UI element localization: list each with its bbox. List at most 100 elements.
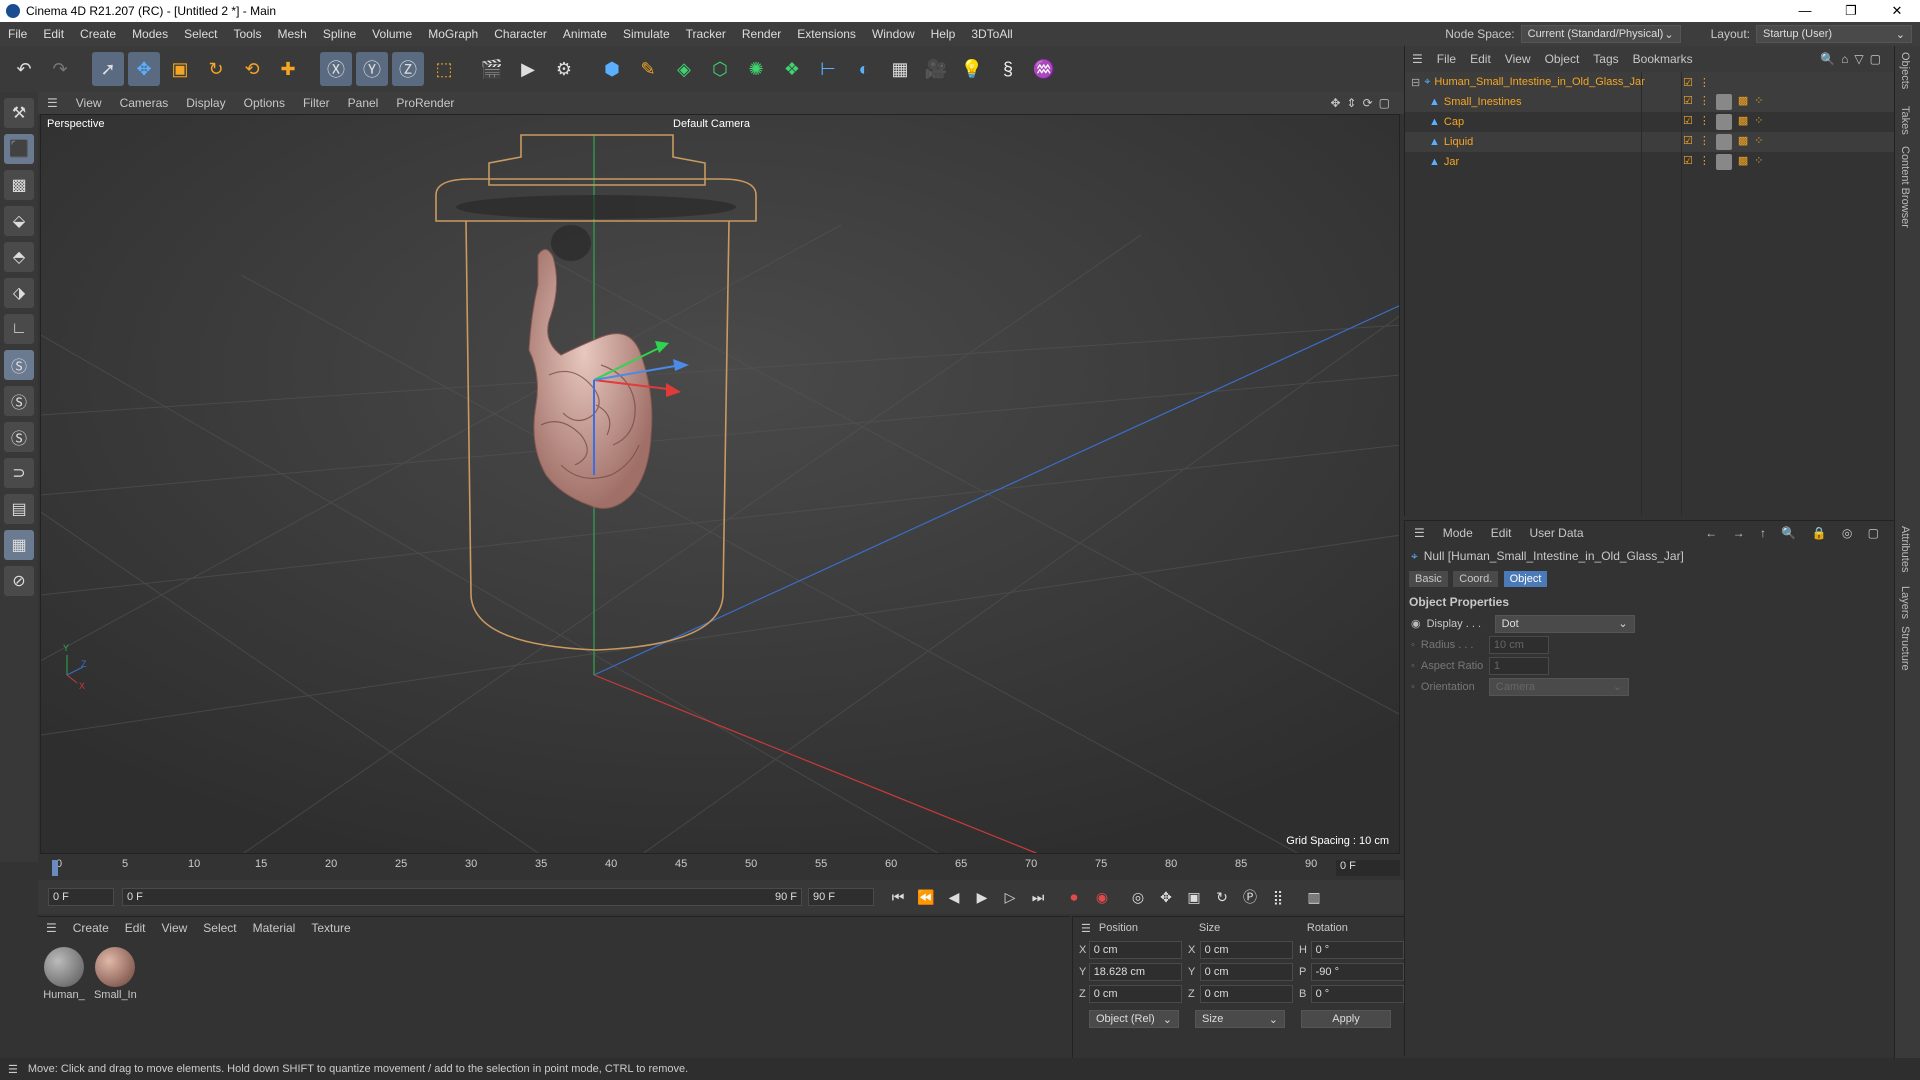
- mat-menu-texture[interactable]: Texture: [303, 921, 358, 935]
- menu-select[interactable]: Select: [176, 27, 225, 41]
- material-tag-icon[interactable]: [1715, 94, 1732, 110]
- viewport-menu-prorender[interactable]: ProRender: [387, 96, 463, 110]
- redo-icon[interactable]: ↷: [44, 52, 76, 86]
- vtab-attributes[interactable]: Attributes: [1899, 526, 1911, 572]
- viewport-menu-panel[interactable]: Panel: [339, 96, 388, 110]
- keyframe-selection-icon[interactable]: ◎: [1126, 885, 1150, 909]
- om-menu-view[interactable]: View: [1498, 52, 1538, 66]
- checkmark-icon[interactable]: ☑: [1683, 114, 1693, 130]
- frame-range-slider[interactable]: 0 F 90 F: [122, 888, 802, 906]
- tab-coord[interactable]: Coord.: [1453, 571, 1499, 587]
- size-y-field[interactable]: 0 cm: [1199, 963, 1293, 981]
- coord-mode-dropdown[interactable]: Object (Rel) ⌄: [1089, 1010, 1179, 1028]
- visibility-controls[interactable]: ☑ ⋮ ▩ ⁘: [1683, 154, 1764, 170]
- hamburger-icon[interactable]: ☰: [1405, 526, 1434, 540]
- checkmark-icon[interactable]: ☑: [1683, 76, 1693, 89]
- object-row-liquid[interactable]: ▲ Liquid ☑ ⋮ ▩ ⁘: [1405, 132, 1894, 152]
- hamburger-icon[interactable]: ☰: [1073, 922, 1099, 935]
- menu-tracker[interactable]: Tracker: [678, 27, 734, 41]
- go-to-start-icon[interactable]: ⏮: [886, 885, 910, 909]
- mat-menu-select[interactable]: Select: [195, 921, 244, 935]
- menu-mograph[interactable]: MoGraph: [420, 27, 486, 41]
- visibility-controls[interactable]: ☑ ⋮ ▩ ⁘: [1683, 114, 1764, 130]
- dots-icon[interactable]: ⋮: [1699, 76, 1710, 89]
- vtab-objects[interactable]: Objects: [1899, 52, 1911, 89]
- z-axis-lock-icon[interactable]: Ⓩ: [392, 52, 424, 86]
- material-tag-icon[interactable]: [1715, 134, 1732, 150]
- subdivision-icon[interactable]: ◈: [668, 52, 700, 86]
- timeline-window-icon[interactable]: ▥: [1302, 885, 1326, 909]
- snap-icon[interactable]: Ⓢ: [4, 350, 34, 380]
- om-menu-file[interactable]: File: [1430, 52, 1463, 66]
- add-icon[interactable]: ✚: [272, 52, 304, 86]
- checker-tag-icon[interactable]: ▩: [1738, 134, 1748, 150]
- visibility-controls[interactable]: ☑ ⋮: [1683, 76, 1710, 89]
- position-z-field[interactable]: 0 cm: [1088, 985, 1183, 1003]
- render-settings-icon[interactable]: ⚙: [548, 52, 580, 86]
- node-space-dropdown[interactable]: Current (Standard/Physical) ⌄: [1520, 25, 1681, 43]
- menu-spline[interactable]: Spline: [315, 27, 364, 41]
- select-tool-icon[interactable]: ➚: [92, 52, 124, 86]
- checkmark-icon[interactable]: ☑: [1683, 134, 1693, 150]
- viewport-menu-filter[interactable]: Filter: [294, 96, 339, 110]
- size-z-field[interactable]: 0 cm: [1199, 985, 1293, 1003]
- tab-basic[interactable]: Basic: [1409, 571, 1448, 587]
- vtab-structure[interactable]: Structure: [1899, 626, 1911, 671]
- size-mode-dropdown[interactable]: Size ⌄: [1195, 1010, 1285, 1028]
- checker-tag-icon[interactable]: ▩: [1738, 94, 1748, 110]
- workplane-icon[interactable]: ▤: [4, 494, 34, 524]
- am-menu-mode[interactable]: Mode: [1434, 526, 1482, 540]
- checker-tag-icon[interactable]: ▩: [1738, 154, 1748, 170]
- texture-mode-icon[interactable]: ▩: [4, 170, 34, 200]
- tag-icon[interactable]: ⁘: [1754, 114, 1763, 130]
- minimize-button[interactable]: —: [1782, 3, 1828, 19]
- rotation-h-field[interactable]: 0 °: [1310, 941, 1404, 959]
- move-tool-icon[interactable]: ✥: [128, 52, 160, 86]
- mat-menu-material[interactable]: Material: [245, 921, 304, 935]
- key-rotation-icon[interactable]: ↻: [1210, 885, 1234, 909]
- menu-render[interactable]: Render: [734, 27, 789, 41]
- undo-icon[interactable]: ↶: [8, 52, 40, 86]
- prev-frame-icon[interactable]: ◀: [942, 885, 966, 909]
- end-frame-field[interactable]: 90 F: [808, 888, 874, 906]
- cube-icon[interactable]: ⬢: [596, 52, 628, 86]
- mat-menu-edit[interactable]: Edit: [117, 921, 154, 935]
- collapse-icon[interactable]: ⊟: [1411, 76, 1420, 89]
- position-y-field[interactable]: 18.628 cm: [1088, 963, 1183, 981]
- key-scale-icon[interactable]: ▣: [1182, 885, 1206, 909]
- menu-volume[interactable]: Volume: [364, 27, 420, 41]
- visibility-controls[interactable]: ☑ ⋮ ▩ ⁘: [1683, 94, 1764, 110]
- layout-dropdown[interactable]: Startup (User) ⌄: [1756, 25, 1912, 43]
- checker-tag-icon[interactable]: ▩: [1738, 114, 1748, 130]
- playhead[interactable]: [52, 860, 58, 876]
- om-menu-object[interactable]: Object: [1538, 52, 1587, 66]
- restore-button[interactable]: ❐: [1828, 3, 1874, 19]
- pen-spline-icon[interactable]: ✎: [632, 52, 664, 86]
- field-icon[interactable]: ◐: [848, 52, 880, 86]
- menu-simulate[interactable]: Simulate: [615, 27, 678, 41]
- vtab-takes[interactable]: Takes: [1899, 106, 1911, 135]
- menu-mesh[interactable]: Mesh: [269, 27, 314, 41]
- material-swatch[interactable]: Human_: [42, 945, 86, 1001]
- y-axis-lock-icon[interactable]: Ⓨ: [356, 52, 388, 86]
- rotation-p-field[interactable]: -90 °: [1310, 963, 1404, 981]
- material-swatch[interactable]: Small_In: [93, 945, 137, 1001]
- menu-3dtoall[interactable]: 3DToAll: [963, 27, 1020, 41]
- object-row-cap[interactable]: ▲ Cap ☑ ⋮ ▩ ⁘: [1405, 112, 1894, 132]
- tab-object[interactable]: Object: [1503, 571, 1548, 587]
- cloner-icon[interactable]: ✺: [740, 52, 772, 86]
- mograph-icon[interactable]: ❖: [776, 52, 808, 86]
- snap-settings-icon[interactable]: Ⓢ: [4, 386, 34, 416]
- axis-mode-icon[interactable]: ∟: [4, 314, 34, 344]
- floor-icon[interactable]: ▦: [884, 52, 916, 86]
- camera-label[interactable]: Default Camera: [673, 118, 750, 130]
- play-icon[interactable]: ▶: [970, 885, 994, 909]
- object-row-small-intestines[interactable]: ▲ Small_Inestines ☑ ⋮ ▩ ⁘: [1405, 92, 1894, 112]
- hamburger-icon[interactable]: ☰: [1405, 52, 1430, 66]
- light-icon[interactable]: 💡: [956, 52, 988, 86]
- radio-icon[interactable]: ◉: [1411, 617, 1421, 630]
- make-editable-icon[interactable]: ⚒: [4, 98, 34, 128]
- tag-icon[interactable]: ⁘: [1754, 154, 1763, 170]
- om-search-icons[interactable]: 🔍⌂▽▢: [1813, 52, 1894, 66]
- extrude-icon[interactable]: ⬡: [704, 52, 736, 86]
